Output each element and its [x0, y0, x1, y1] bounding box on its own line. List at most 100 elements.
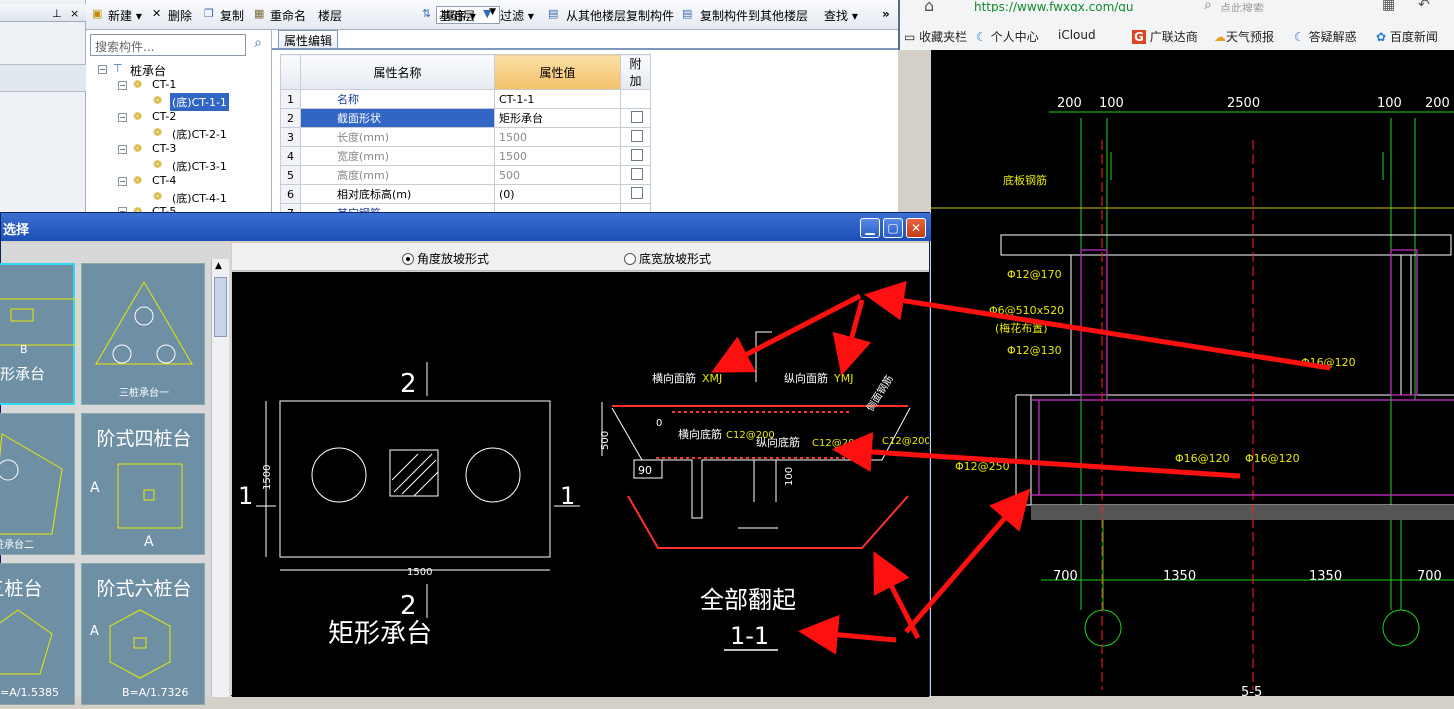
plan-labels: 2 2 1 1 1500 1500 矩形承台	[238, 369, 575, 649]
filter-button[interactable]: 过滤 ▾	[500, 7, 534, 24]
search-input[interactable]: 点此搜索	[1220, 0, 1370, 12]
collapse-icon[interactable]: −	[118, 113, 127, 122]
shape-card-three-pile[interactable]: 三桩承台一	[81, 263, 205, 405]
tab-property-edit[interactable]: 属性编辑	[278, 30, 338, 48]
preview-svg: 2 2 1 1 1500 1500 矩形承台 横向面筋 XMJ 纵向面筋 YMJ…	[238, 331, 931, 651]
scroll-up-icon[interactable]: ▲	[215, 261, 222, 271]
scroll-thumb[interactable]	[214, 277, 227, 337]
bookmark-item[interactable]: G 广联达商	[1132, 28, 1198, 45]
bookmark-item[interactable]: ☾ 个人中心	[976, 28, 1039, 45]
radio-width[interactable]: 底宽放坡形式	[624, 250, 711, 267]
shape-list: 矩形承台 B 三桩承台一 桩承台二 阶式四桩台 A A 五桩台 =A/1.538…	[0, 243, 231, 705]
shape-title: 五桩台	[0, 578, 43, 600]
table-row[interactable]: 5 高度(mm) 500	[280, 165, 651, 185]
tree-item[interactable]: (底)CT-2-1	[172, 126, 227, 142]
apps-icon[interactable]: ▦	[1382, 0, 1395, 13]
prop-extra[interactable]	[620, 108, 651, 128]
table-row[interactable]: 4 宽度(mm) 1500	[280, 146, 651, 166]
radio-button[interactable]	[624, 253, 636, 265]
drawing-dims: 200 100 2500 100 200 700 1350 1350 700 5…	[1053, 96, 1450, 700]
extra-checkbox[interactable]	[631, 186, 643, 199]
tree-item[interactable]: CT-3	[152, 142, 176, 155]
copy-button[interactable]: 复制	[220, 7, 244, 24]
undo-icon[interactable]: ↶	[1418, 0, 1430, 13]
row-number: 2	[280, 108, 301, 128]
extra-checkbox[interactable]	[631, 110, 643, 123]
shape-title: 三桩承台一	[119, 388, 169, 399]
shape-card-rect[interactable]: 矩形承台 B	[0, 263, 78, 405]
dialog-title-bar: 选择 ▁ ▢ ✕	[1, 213, 931, 241]
radio-button-checked[interactable]	[402, 253, 414, 265]
prop-value[interactable]: CT-1-1	[494, 89, 621, 109]
delete-button[interactable]: 删除	[168, 7, 192, 24]
angle-value: 90	[638, 464, 652, 477]
rect-shape-diagram	[0, 298, 78, 346]
tree-item[interactable]: (底)CT-4-1	[172, 190, 227, 206]
extra-checkbox[interactable]	[631, 129, 643, 142]
shape-card-step-four[interactable]: 阶式四桩台 A A	[81, 413, 205, 555]
copy-from-floor-button[interactable]: 从其他楼层复制构件	[566, 7, 674, 24]
table-row[interactable]: 1 名称 CT-1-1	[280, 89, 651, 109]
search-icon[interactable]: ⌕	[248, 35, 268, 55]
prop-value[interactable]: (0)	[494, 184, 621, 204]
shape-dim: =A/1.5385	[0, 686, 59, 699]
rename-icon: ▦	[254, 7, 265, 20]
maximize-icon[interactable]: ▢	[883, 218, 903, 238]
tree-root[interactable]: 桩承台	[130, 62, 166, 79]
table-row[interactable]: 2 截面形状 矩形承台	[280, 108, 651, 128]
tree-item[interactable]: (底)CT-3-1	[172, 158, 227, 174]
new-button[interactable]: 新建 ▾	[108, 7, 142, 24]
prop-extra[interactable]	[620, 146, 651, 166]
bookmark-item[interactable]: iCloud	[1058, 28, 1096, 42]
address-bar[interactable]: https://www.fwxgx.com/qu	[974, 0, 1184, 12]
shape-card-pile-2[interactable]: 桩承台二	[0, 413, 75, 555]
section-label: 1	[238, 482, 253, 510]
bookmark-item[interactable]: ☁天气预报	[1214, 28, 1274, 45]
shape-card-step-six[interactable]: 阶式六桩台 A B=A/1.7326	[81, 563, 205, 705]
prop-name: 截面形状	[300, 108, 495, 128]
close-icon[interactable]: ✕	[906, 218, 926, 238]
prop-value[interactable]: 矩形承台	[494, 108, 621, 128]
collapse-icon[interactable]: −	[98, 65, 107, 74]
prop-name: 名称	[300, 89, 495, 109]
shape-card-five-pile[interactable]: 五桩台 =A/1.5385	[0, 563, 75, 705]
tree-item[interactable]: CT-1	[152, 78, 176, 91]
bookmark-item[interactable]: ☾ 答疑解惑	[1294, 28, 1357, 45]
bookmark-favorites[interactable]: ▭ 收藏夹栏	[904, 28, 967, 45]
rename-button[interactable]: 重命名	[270, 7, 306, 24]
pin-icon[interactable]: ⊥	[52, 7, 62, 20]
prop-extra[interactable]	[620, 184, 651, 204]
collapse-icon[interactable]: −	[118, 145, 127, 154]
tree-item-selected[interactable]: (底)CT-1-1	[170, 93, 229, 111]
gear-icon: ❁	[153, 94, 163, 107]
prop-extra[interactable]	[620, 127, 651, 147]
tree-item[interactable]: CT-4	[152, 174, 176, 187]
home-icon[interactable]: ⌂	[924, 0, 934, 15]
prop-value[interactable]: 500	[494, 165, 621, 185]
table-row[interactable]: 3 长度(mm) 1500	[280, 127, 651, 147]
prop-value[interactable]: 1500	[494, 146, 621, 166]
tree-item[interactable]: CT-2	[152, 110, 176, 123]
gear-icon: ❁	[133, 142, 143, 155]
more-button[interactable]: »	[882, 7, 890, 21]
rebar-label: Φ16@120	[1245, 452, 1300, 465]
minimize-icon[interactable]: ▁	[860, 218, 880, 238]
close-icon[interactable]: ×	[70, 7, 79, 20]
copy-to-floor-button[interactable]: 复制构件到其他楼层	[700, 7, 808, 24]
shape-list-scrollbar[interactable]: ▲	[211, 259, 229, 697]
extra-checkbox[interactable]	[631, 148, 643, 161]
header-value: 属性值	[494, 54, 621, 90]
bookmark-item[interactable]: ✿ 百度新闻	[1376, 28, 1438, 45]
table-row[interactable]: 6 相对底标高(m) (0)	[280, 184, 651, 204]
gear-icon: ❁	[153, 126, 163, 139]
radio-angle[interactable]: 角度放坡形式	[402, 250, 489, 267]
extra-checkbox[interactable]	[631, 167, 643, 180]
collapse-icon[interactable]: −	[118, 81, 127, 90]
collapse-icon[interactable]: −	[118, 177, 127, 186]
prop-extra[interactable]	[620, 165, 651, 185]
search-input[interactable]: 搜索构件...	[90, 34, 246, 56]
find-button[interactable]: 查找 ▾	[824, 7, 858, 24]
cap-icon: ⊤	[113, 62, 123, 75]
prop-value[interactable]: 1500	[494, 127, 621, 147]
sort-button[interactable]: 排序 ▾	[442, 7, 476, 24]
